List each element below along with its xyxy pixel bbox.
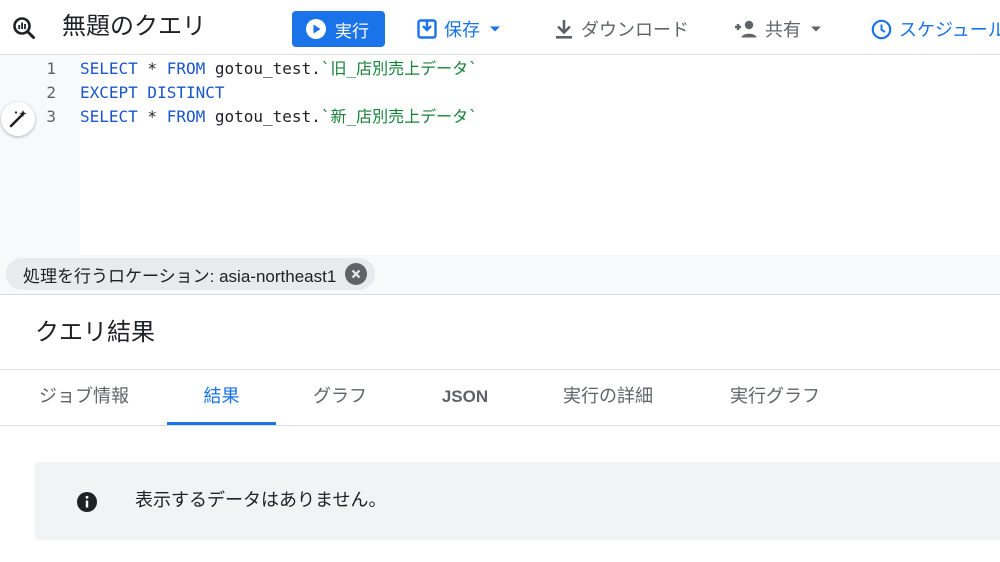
sql-keyword: FROM — [166, 59, 206, 78]
line-number: 3 — [46, 107, 56, 126]
sql-keyword: SELECT — [80, 107, 138, 126]
play-icon — [306, 19, 326, 39]
share-button[interactable]: 共有 — [734, 12, 822, 46]
tab-job-info[interactable]: ジョブ情報 — [36, 370, 132, 425]
download-icon — [556, 20, 572, 39]
schedule-button[interactable]: スケジュール — [871, 12, 1000, 46]
chevron-down-icon — [490, 26, 500, 32]
tab-execution-graph[interactable]: 実行グラフ — [726, 370, 824, 425]
clock-icon — [871, 19, 892, 39]
magic-wand-icon — [9, 110, 27, 128]
query-icon — [11, 15, 37, 41]
sql-table-name: `旧_店別売上データ` — [320, 59, 478, 78]
info-icon — [76, 491, 98, 517]
sql-table-name: `新_店別売上データ` — [320, 107, 478, 126]
save-button[interactable]: 保存 — [417, 12, 501, 46]
tab-json[interactable]: JSON — [439, 370, 491, 425]
share-label: 共有 — [765, 20, 801, 41]
download-button[interactable]: ダウンロード — [554, 12, 689, 46]
magic-wand-button[interactable] — [1, 102, 35, 136]
empty-message: 表示するデータはありません。 — [135, 490, 387, 511]
code-text[interactable]: EXCEPT DISTINCT — [80, 81, 225, 105]
location-chip[interactable]: 処理を行うロケーション: asia-northeast1 — [6, 258, 376, 290]
query-title[interactable]: 無題のクエリ — [62, 9, 206, 43]
schedule-label: スケジュール — [899, 20, 1000, 41]
line-number: 2 — [46, 83, 56, 102]
sql-editor[interactable]: 1 SELECT * FROM gotou_test.`旧_店別売上データ` 2… — [0, 55, 1000, 255]
sql-keyword: FROM — [166, 107, 206, 126]
results-title: クエリ結果 — [35, 318, 155, 346]
sql-keyword: EXCEPT DISTINCT — [80, 83, 225, 102]
close-icon[interactable] — [345, 263, 368, 285]
code-text[interactable]: SELECT * FROM gotou_test.`旧_店別売上データ` — [80, 57, 478, 81]
tab-execution-details[interactable]: 実行の詳細 — [559, 370, 657, 425]
download-label: ダウンロード — [581, 20, 689, 41]
sql-star: * — [137, 59, 167, 78]
location-chip-label: 処理を行うロケーション: asia-northeast1 — [23, 266, 337, 286]
sql-dataset: gotou_test. — [205, 107, 321, 126]
sql-keyword: SELECT — [80, 59, 138, 78]
code-text[interactable]: SELECT * FROM gotou_test.`新_店別売上データ` — [80, 105, 478, 129]
sql-star: * — [137, 107, 167, 126]
sql-dataset: gotou_test. — [205, 59, 321, 78]
tab-results[interactable]: 結果 — [167, 370, 276, 425]
run-button[interactable]: 実行 — [292, 11, 385, 47]
save-label: 保存 — [444, 20, 480, 41]
run-label: 実行 — [335, 21, 369, 42]
code-line[interactable]: 3 SELECT * FROM gotou_test.`新_店別売上データ` — [0, 105, 1000, 129]
code-line[interactable]: 2 EXCEPT DISTINCT — [0, 81, 1000, 105]
location-bar: 処理を行うロケーション: asia-northeast1 — [0, 255, 1000, 295]
save-icon — [417, 19, 437, 39]
results-tabs: ジョブ情報 結果 グラフ JSON 実行の詳細 実行グラフ — [0, 370, 1000, 426]
chevron-down-icon — [811, 26, 821, 32]
code-line[interactable]: 1 SELECT * FROM gotou_test.`旧_店別売上データ` — [0, 57, 1000, 81]
person-add-icon — [735, 20, 757, 38]
tab-chart[interactable]: グラフ — [310, 370, 370, 425]
line-number: 1 — [46, 59, 56, 78]
empty-results-notice: 表示するデータはありません。 — [35, 462, 1000, 540]
query-toolbar: 無題のクエリ 実行 保存 ダウンロード 共有 スケジュール — [0, 0, 1000, 55]
